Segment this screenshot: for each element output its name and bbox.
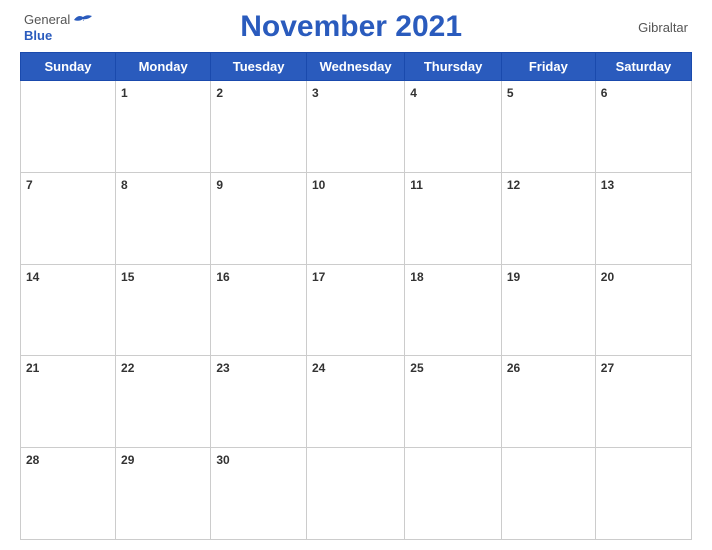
calendar-cell: 12 bbox=[501, 172, 595, 264]
calendar-cell: 21 bbox=[21, 356, 116, 448]
calendar-table: Sunday Monday Tuesday Wednesday Thursday… bbox=[20, 52, 692, 540]
calendar-cell: 9 bbox=[211, 172, 307, 264]
date-number: 17 bbox=[312, 270, 325, 284]
calendar-cell: 27 bbox=[595, 356, 691, 448]
date-number: 23 bbox=[216, 361, 229, 375]
date-number: 13 bbox=[601, 178, 614, 192]
week-row-4: 21 22 23 24 25 26 27 bbox=[21, 356, 692, 448]
calendar-cell: 25 bbox=[405, 356, 502, 448]
calendar-cell: 16 bbox=[211, 264, 307, 356]
date-number: 19 bbox=[507, 270, 520, 284]
weekday-header-row: Sunday Monday Tuesday Wednesday Thursday… bbox=[21, 53, 692, 81]
calendar-cell: 4 bbox=[405, 81, 502, 173]
date-number: 30 bbox=[216, 453, 229, 467]
date-number: 22 bbox=[121, 361, 134, 375]
header-monday: Monday bbox=[116, 53, 211, 81]
date-number: 8 bbox=[121, 178, 128, 192]
calendar-cell: 15 bbox=[116, 264, 211, 356]
calendar-cell bbox=[405, 448, 502, 540]
date-number: 3 bbox=[312, 86, 319, 100]
calendar-cell: 8 bbox=[116, 172, 211, 264]
logo-bird-icon bbox=[72, 12, 94, 28]
header-saturday: Saturday bbox=[595, 53, 691, 81]
header-wednesday: Wednesday bbox=[306, 53, 404, 81]
logo-general-text: General bbox=[24, 12, 70, 27]
calendar-cell: 30 bbox=[211, 448, 307, 540]
calendar-cell: 7 bbox=[21, 172, 116, 264]
date-number: 18 bbox=[410, 270, 423, 284]
week-row-5: 28 29 30 bbox=[21, 448, 692, 540]
calendar-cell: 28 bbox=[21, 448, 116, 540]
date-number: 2 bbox=[216, 86, 223, 100]
calendar-cell: 18 bbox=[405, 264, 502, 356]
date-number: 9 bbox=[216, 178, 223, 192]
date-number: 1 bbox=[121, 86, 128, 100]
date-number: 16 bbox=[216, 270, 229, 284]
calendar-cell: 29 bbox=[116, 448, 211, 540]
date-number: 26 bbox=[507, 361, 520, 375]
date-number: 15 bbox=[121, 270, 134, 284]
header-sunday: Sunday bbox=[21, 53, 116, 81]
calendar-cell: 6 bbox=[595, 81, 691, 173]
calendar-cell: 26 bbox=[501, 356, 595, 448]
logo: General Blue bbox=[24, 12, 94, 43]
calendar-header: General Blue November 2021 Gibraltar bbox=[20, 10, 692, 44]
date-number: 27 bbox=[601, 361, 614, 375]
date-number: 25 bbox=[410, 361, 423, 375]
week-row-2: 7 8 9 10 11 12 13 bbox=[21, 172, 692, 264]
calendar-cell: 1 bbox=[116, 81, 211, 173]
calendar-cell: 14 bbox=[21, 264, 116, 356]
calendar-cell: 17 bbox=[306, 264, 404, 356]
calendar-cell: 11 bbox=[405, 172, 502, 264]
calendar-cell bbox=[21, 81, 116, 173]
date-number: 6 bbox=[601, 86, 608, 100]
calendar-cell: 22 bbox=[116, 356, 211, 448]
date-number: 12 bbox=[507, 178, 520, 192]
date-number: 24 bbox=[312, 361, 325, 375]
header-thursday: Thursday bbox=[405, 53, 502, 81]
date-number: 20 bbox=[601, 270, 614, 284]
date-number: 21 bbox=[26, 361, 39, 375]
date-number: 5 bbox=[507, 86, 514, 100]
date-number: 14 bbox=[26, 270, 39, 284]
calendar-cell bbox=[501, 448, 595, 540]
calendar-cell: 10 bbox=[306, 172, 404, 264]
country-label: Gibraltar bbox=[608, 20, 688, 35]
calendar-cell: 3 bbox=[306, 81, 404, 173]
calendar-cell: 23 bbox=[211, 356, 307, 448]
calendar-cell: 13 bbox=[595, 172, 691, 264]
week-row-1: 1 2 3 4 5 6 bbox=[21, 81, 692, 173]
date-number: 28 bbox=[26, 453, 39, 467]
calendar-cell: 2 bbox=[211, 81, 307, 173]
calendar-title: November 2021 bbox=[94, 10, 608, 44]
calendar-cell: 20 bbox=[595, 264, 691, 356]
header-friday: Friday bbox=[501, 53, 595, 81]
calendar-cell: 24 bbox=[306, 356, 404, 448]
calendar-cell: 5 bbox=[501, 81, 595, 173]
date-number: 7 bbox=[26, 178, 33, 192]
logo-blue-text: Blue bbox=[24, 28, 52, 43]
calendar-cell bbox=[306, 448, 404, 540]
calendar-cell bbox=[595, 448, 691, 540]
calendar-cell: 19 bbox=[501, 264, 595, 356]
date-number: 4 bbox=[410, 86, 417, 100]
date-number: 11 bbox=[410, 178, 423, 192]
date-number: 29 bbox=[121, 453, 134, 467]
date-number: 10 bbox=[312, 178, 325, 192]
header-tuesday: Tuesday bbox=[211, 53, 307, 81]
week-row-3: 14 15 16 17 18 19 20 bbox=[21, 264, 692, 356]
